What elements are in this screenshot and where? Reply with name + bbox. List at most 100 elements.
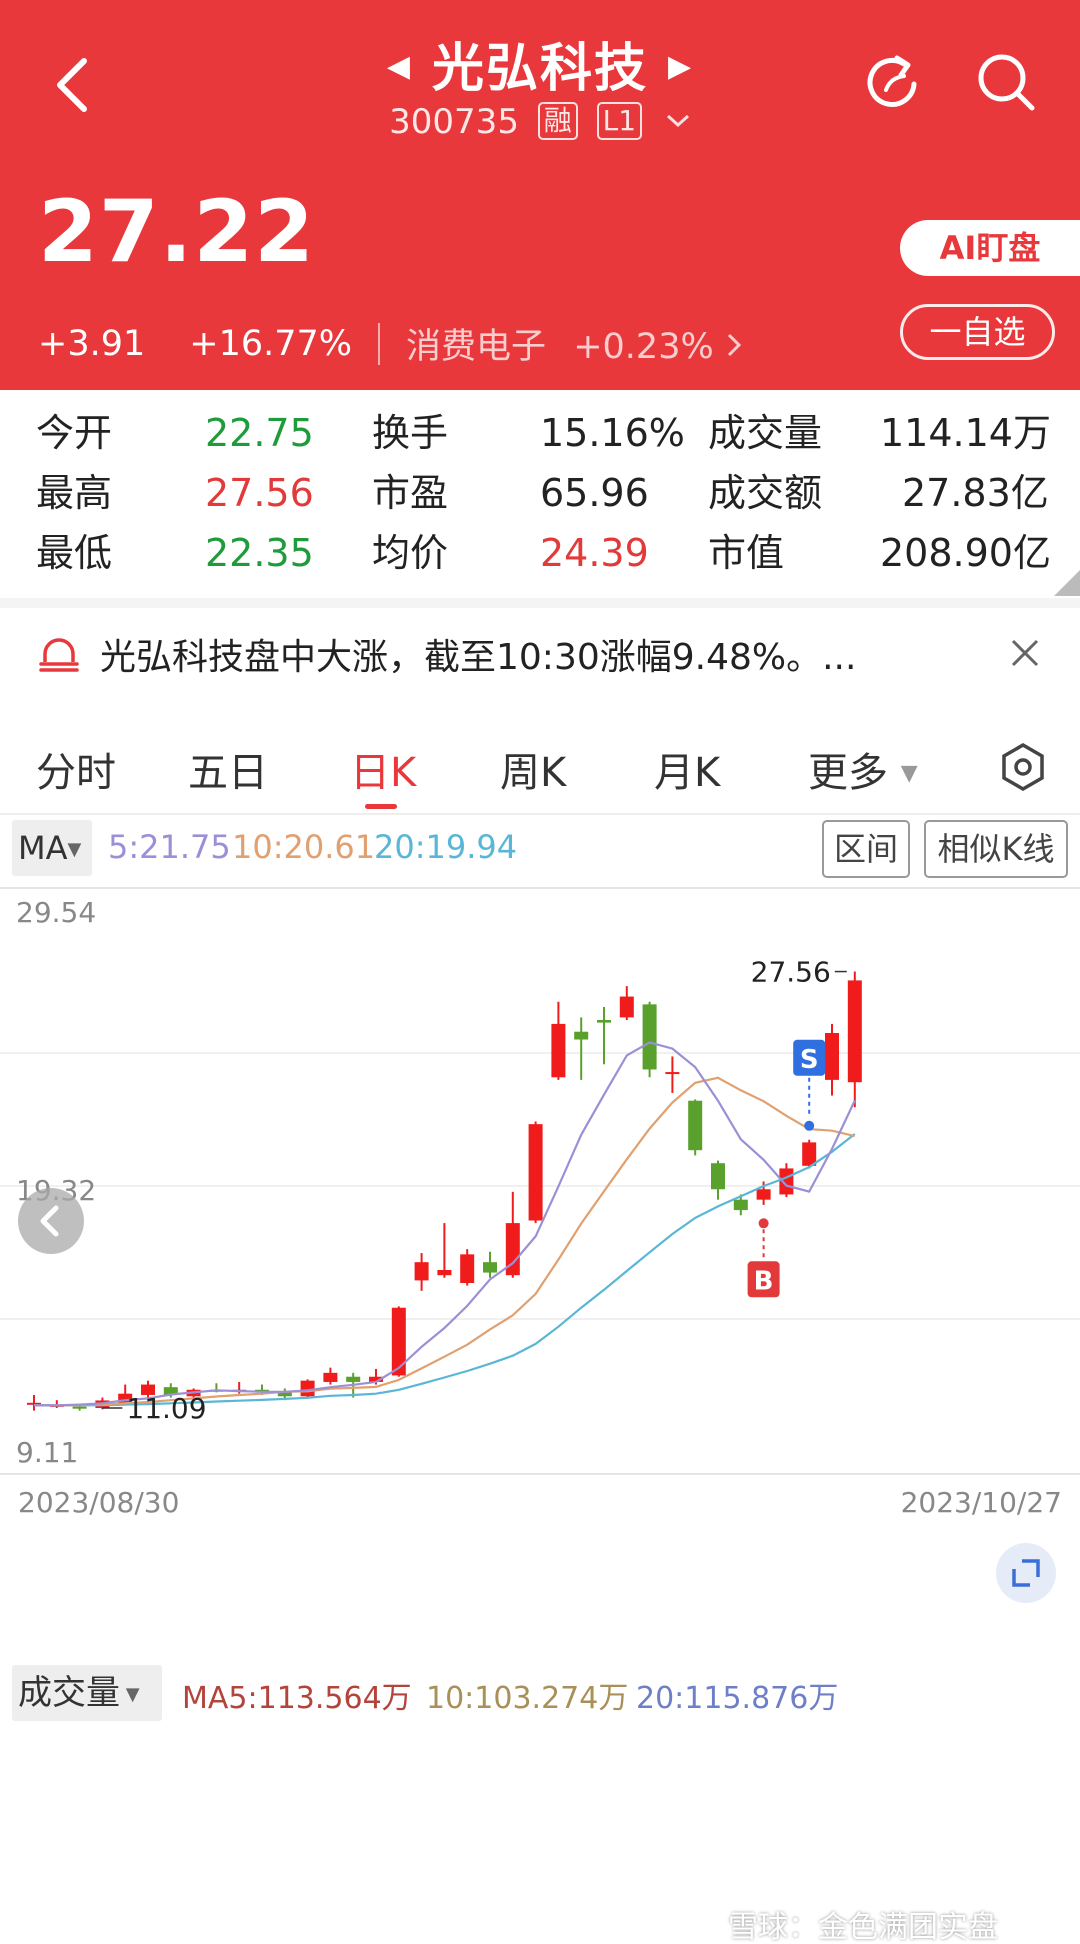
tab-more[interactable]: 更多 ▼ xyxy=(808,740,918,798)
buy-marker-label: B xyxy=(754,1266,774,1296)
section-divider xyxy=(0,598,1080,608)
stat-marketcap-value: 208.90亿 xyxy=(880,531,1051,575)
sector-name: 消费电子 xyxy=(406,327,547,367)
y-axis-max-label: 29.54 xyxy=(16,896,96,929)
ma-selector[interactable]: MA▼ xyxy=(12,820,92,876)
ma-selector-label: MA xyxy=(18,829,68,867)
stat-pe-value: 65.96 xyxy=(540,471,649,515)
tab-weekly-k[interactable]: 周K xyxy=(500,740,566,798)
tab-five-day[interactable]: 五日 xyxy=(188,740,268,798)
prev-stock-arrow-icon[interactable]: ◀ xyxy=(387,49,412,84)
candlestick-chart[interactable]: BS 29.5419.329.112023/08/302023/10/2727.… xyxy=(0,880,1080,1655)
watermark: 雪球：金色满团实盘 xyxy=(728,1910,998,1944)
search-icon xyxy=(978,54,1035,111)
volume-legend: 成交量 ▼ MA5:113.564万 10:103.274万 20:115.87… xyxy=(0,1665,1080,1725)
stat-avg-value: 24.39 xyxy=(540,531,649,575)
price-change-row: +3.91 +16.77% 消费电子 +0.23% xyxy=(38,318,743,369)
stat-volume-value: 114.14万 xyxy=(880,411,1051,455)
stock-header: ◀ 光弘科技 ▶ 300735 融 L1 27.22 +3.91 +16.77% 消… xyxy=(0,0,1080,390)
active-tab-indicator xyxy=(365,804,397,809)
sell-marker-label: S xyxy=(800,1045,819,1075)
stat-label: 最低 xyxy=(36,531,113,575)
candle-body xyxy=(300,1380,315,1397)
volume-ma10-value: 10:103.274万 xyxy=(426,1681,629,1716)
candle-body xyxy=(825,1033,839,1080)
news-text: 光弘科技盘中大涨，截至10:30涨幅9.48%。... xyxy=(100,637,857,678)
high-annotation: 27.56 xyxy=(751,956,831,989)
current-price: 27.22 xyxy=(38,182,316,282)
change-percent: +16.77% xyxy=(189,323,353,364)
candle-body xyxy=(72,1406,87,1409)
candle-body xyxy=(619,996,634,1018)
x-axis-end-label: 2023/10/27 xyxy=(901,1486,1062,1519)
candle-body xyxy=(391,1307,406,1376)
candle-body xyxy=(346,1376,361,1382)
volume-selector-label: 成交量 xyxy=(18,1673,120,1713)
tab-daily-k[interactable]: 日K xyxy=(350,740,416,798)
similar-k-button[interactable]: 相似K线 xyxy=(924,820,1068,878)
candle-body xyxy=(323,1372,338,1382)
next-stock-arrow-icon[interactable]: ▶ xyxy=(668,49,693,84)
caret-down-icon: ▼ xyxy=(120,1684,140,1705)
chevron-down-icon[interactable] xyxy=(665,98,691,138)
expand-stats-handle[interactable] xyxy=(1054,570,1080,596)
tab-monthly-k[interactable]: 月K xyxy=(654,740,720,798)
candle-body xyxy=(437,1269,452,1276)
sector-link[interactable]: 消费电子 +0.23% xyxy=(406,318,743,369)
ai-watch-button[interactable]: AI盯盘 xyxy=(900,220,1080,276)
change-amount: +3.91 xyxy=(38,323,146,364)
candle-body xyxy=(460,1254,475,1283)
divider xyxy=(378,322,381,365)
range-button[interactable]: 区间 xyxy=(822,820,910,878)
caret-down-icon: ▼ xyxy=(900,761,918,786)
quote-stats-grid: 今开 22.75 换手 15.16% 成交量 114.14万 最高 27.56 … xyxy=(0,408,1080,588)
low-annotation: 11.09 xyxy=(126,1392,206,1425)
tab-intraday[interactable]: 分时 xyxy=(36,740,116,798)
ma20-value: 20:19.94 xyxy=(374,828,518,866)
candle-body xyxy=(528,1124,543,1221)
share-icon xyxy=(867,55,917,107)
stat-label: 成交量 xyxy=(708,411,823,455)
stat-low-value: 22.35 xyxy=(205,531,314,575)
settings-hexagon-icon[interactable] xyxy=(1000,742,1046,792)
stat-label: 换手 xyxy=(372,411,449,455)
search-button[interactable] xyxy=(974,50,1038,114)
stat-turnover-value: 15.16% xyxy=(540,411,685,455)
stat-high-value: 27.56 xyxy=(205,471,314,515)
caret-down-icon: ▼ xyxy=(67,839,82,860)
volume-ma20-value: 20:115.876万 xyxy=(636,1681,839,1716)
stat-label: 市盈 xyxy=(372,471,449,515)
news-alert[interactable]: 光弘科技盘中大涨，截至10:30涨幅9.48%。... xyxy=(0,608,1080,698)
x-axis-start-label: 2023/08/30 xyxy=(18,1486,179,1519)
close-icon[interactable] xyxy=(1010,638,1040,668)
chevron-right-icon xyxy=(725,327,743,367)
chevron-left-icon xyxy=(40,1205,59,1237)
candle-body xyxy=(733,1199,748,1211)
y-axis-min-label: 9.11 xyxy=(16,1436,78,1469)
volume-selector[interactable]: 成交量 ▼ xyxy=(12,1665,162,1721)
stock-name: 光弘科技 xyxy=(431,39,648,99)
sector-change: +0.23% xyxy=(573,327,714,367)
share-button[interactable] xyxy=(864,50,928,114)
margin-tag: 融 xyxy=(537,102,578,140)
candle-body xyxy=(711,1163,725,1190)
candle-body xyxy=(574,1031,589,1040)
fullscreen-button[interactable] xyxy=(996,1543,1056,1603)
candle-body xyxy=(688,1100,703,1151)
stat-label: 成交额 xyxy=(708,471,823,515)
ma10-value: 10:20.61 xyxy=(232,828,376,866)
sell-point xyxy=(804,1120,815,1131)
candle-body xyxy=(802,1142,817,1166)
candle-body xyxy=(597,1019,611,1023)
tab-more-label: 更多 xyxy=(808,750,888,796)
stock-code: 300735 xyxy=(389,102,519,142)
candle-body xyxy=(847,980,862,1083)
stat-open-value: 22.75 xyxy=(205,411,314,455)
ma-legend: MA▼ 5:21.75 10:20.61 20:19.94 区间 相似K线 xyxy=(0,820,1080,880)
scroll-left-button[interactable] xyxy=(18,1188,84,1254)
level-tag[interactable]: L1 xyxy=(596,102,643,140)
stat-label: 今开 xyxy=(36,411,113,455)
volume-ma5-value: MA5:113.564万 xyxy=(182,1681,412,1716)
add-watchlist-button[interactable]: 一自选 xyxy=(900,304,1055,360)
stat-amount-value: 27.83亿 xyxy=(902,471,1049,515)
